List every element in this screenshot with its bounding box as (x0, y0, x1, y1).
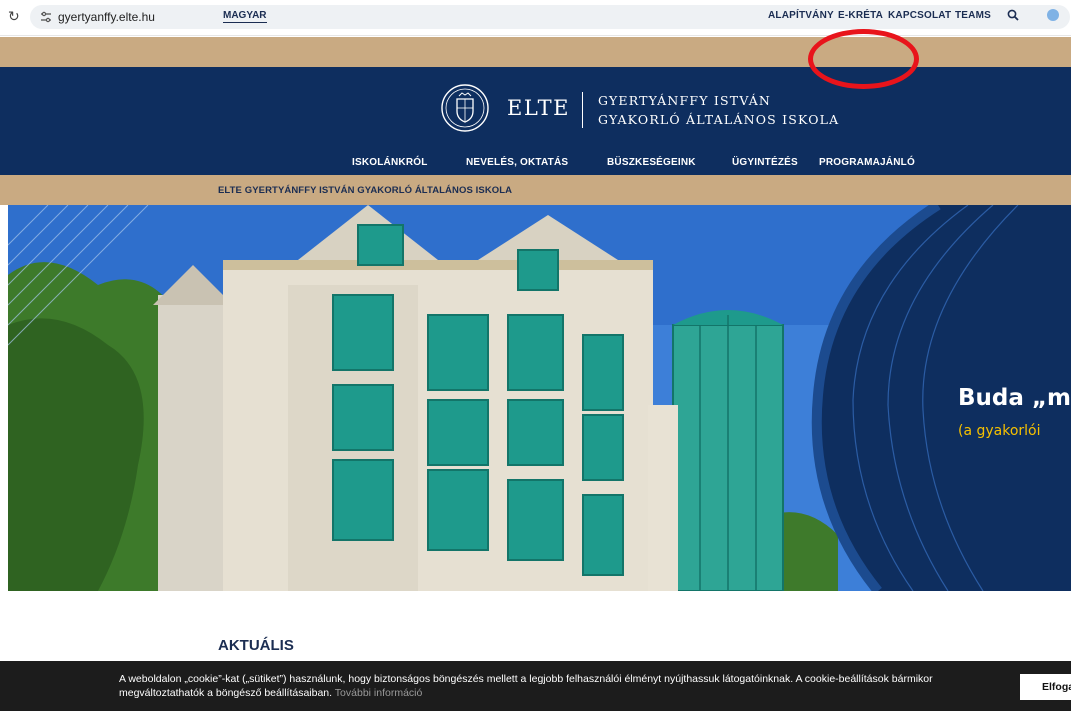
school-name-line2: GYAKORLÓ ÁLTALÁNOS ISKOLA (598, 112, 840, 127)
nav-item-programs[interactable]: PROGRAMAJÁNLÓ (819, 157, 915, 168)
hero-subheading: (a gyakorlói (958, 423, 1041, 439)
site-info-icon[interactable] (40, 11, 52, 23)
cookie-notice: A weboldalon „cookie”-kat („sütiket”) ha… (119, 672, 999, 700)
nav-item-administration[interactable]: ÜGYINTÉZÉS (732, 157, 798, 168)
school-name-line1: GYERTYÁNFFY ISTVÁN (598, 93, 772, 108)
language-link[interactable]: MAGYAR (223, 10, 267, 23)
breadcrumb-text[interactable]: ELTE GYERTYÁNFFY ISTVÁN GYAKORLÓ ÁLTALÁN… (218, 185, 512, 196)
logo-divider (582, 92, 583, 128)
cookie-more-info-link[interactable]: További információ (335, 687, 423, 699)
cookie-accept-button[interactable]: Elfoga (1020, 674, 1071, 700)
search-icon[interactable] (1007, 9, 1019, 21)
nav-item-about[interactable]: ISKOLÁNKRÓL (352, 157, 428, 168)
cookie-banner: A weboldalon „cookie”-kat („sütiket”) ha… (0, 661, 1071, 711)
globe-icon[interactable] (1047, 9, 1059, 21)
nav-item-prides[interactable]: BÜSZKESÉGEINK (607, 157, 696, 168)
reload-icon[interactable]: ↻ (8, 9, 24, 25)
breadcrumb: ELTE GYERTYÁNFFY ISTVÁN GYAKORLÓ ÁLTALÁN… (0, 175, 1071, 205)
e-kreta-link[interactable]: E-KRÉTA (838, 10, 883, 21)
teams-link[interactable]: TEAMS (955, 10, 991, 21)
url-text[interactable]: gyertyanffy.elte.hu (58, 10, 155, 24)
contact-link[interactable]: KAPCSOLAT (888, 10, 951, 21)
annotation-circle (808, 29, 919, 89)
news-section-title: AKTUÁLIS (218, 637, 294, 654)
logo-elte-text[interactable]: ELTE (507, 96, 570, 120)
foundation-link[interactable]: ALAPÍTVÁNY (768, 10, 834, 21)
nav-item-education[interactable]: NEVELÉS, OKTATÁS (466, 157, 568, 168)
cookie-notice-text: A weboldalon „cookie”-kat („sütiket”) ha… (119, 673, 933, 699)
hero-heading: Buda „m (958, 385, 1071, 411)
page: ↻ gyertyanffy.elte.hu MAGYAR ALAPÍTVÁNY … (0, 0, 1071, 711)
hero-banner[interactable] (8, 205, 1071, 591)
elte-seal-icon[interactable] (440, 83, 490, 133)
